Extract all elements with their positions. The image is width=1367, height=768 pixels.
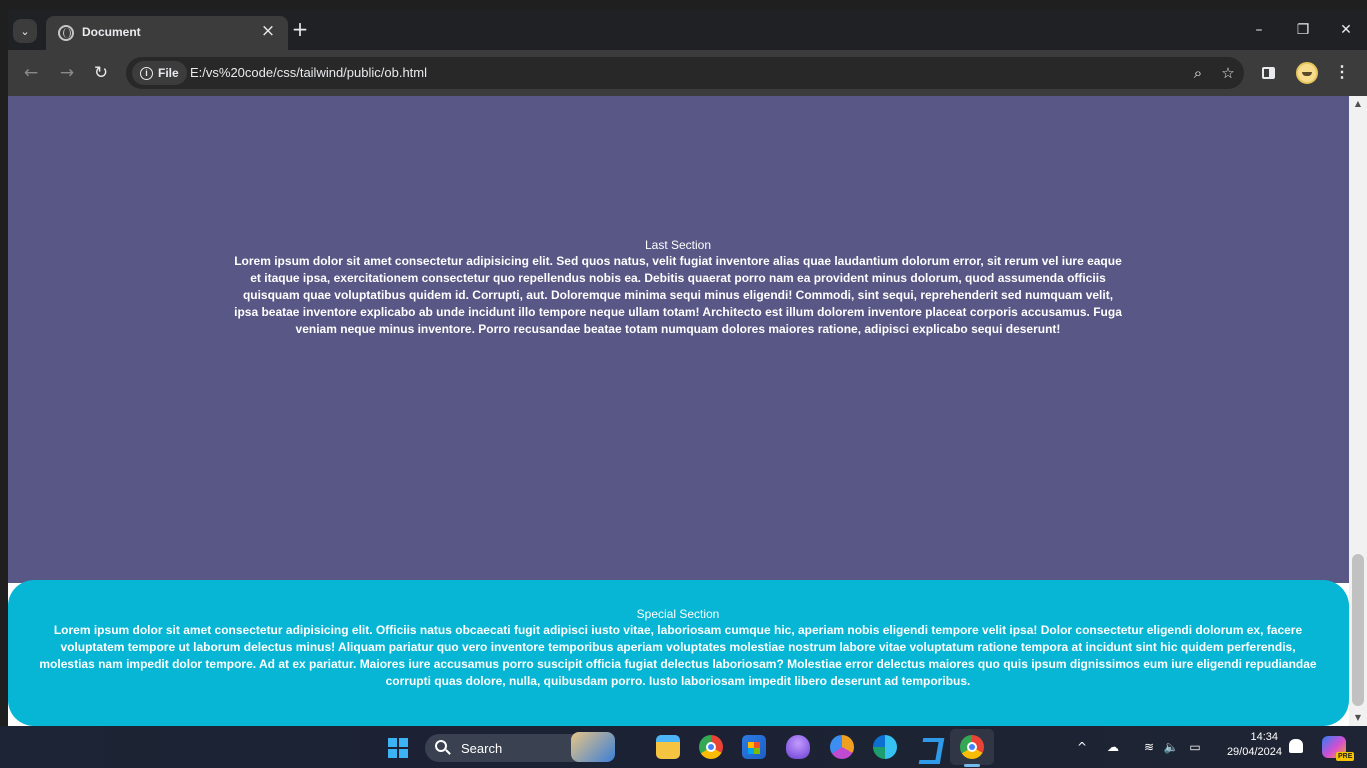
minimize-button[interactable]: – <box>1246 18 1272 42</box>
browser-window: ⌄ Document × + – ❐ ✕ ← → ↻ i File E:/vs%… <box>8 10 1367 726</box>
file-explorer-icon[interactable] <box>656 735 680 759</box>
preview-badge: PRE <box>1336 752 1355 761</box>
site-info-chip[interactable]: i File <box>132 61 187 85</box>
special-section-body: Lorem ipsum dolor sit amet consectetur a… <box>39 623 1317 688</box>
globe-icon <box>58 25 74 41</box>
new-tab-button[interactable]: + <box>288 18 312 42</box>
browser-toolbar: ← → ↻ i File E:/vs%20code/css/tailwind/p… <box>8 50 1367 96</box>
menu-kebab-icon[interactable]: ⋮ <box>1330 60 1354 86</box>
info-icon: i <box>140 66 153 80</box>
scroll-up-arrow-icon[interactable]: ▲ <box>1349 96 1367 112</box>
tab-strip: ⌄ Document × + – ❐ ✕ <box>8 10 1367 50</box>
reload-button[interactable]: ↻ <box>88 60 114 86</box>
wifi-icon[interactable]: ≋ <box>1140 736 1158 758</box>
edge-icon[interactable] <box>873 735 897 759</box>
taskbar-search-box[interactable]: Search <box>425 732 615 762</box>
special-section-title: Special Section <box>636 607 720 621</box>
windows-start-button[interactable] <box>388 738 408 758</box>
notification-bell-icon[interactable] <box>1289 739 1303 753</box>
address-bar[interactable]: i File E:/vs%20code/css/tailwind/public/… <box>126 57 1244 89</box>
chrome-canary-icon[interactable] <box>830 735 854 759</box>
side-panel-icon[interactable] <box>1262 67 1275 79</box>
chrome-active-icon[interactable] <box>960 735 984 759</box>
taskbar-search-label: Search <box>461 741 503 756</box>
page-viewport: Last Section Lorem ipsum dolor sit amet … <box>8 96 1349 726</box>
chrome-icon[interactable] <box>699 735 723 759</box>
microsoft-store-icon[interactable] <box>742 735 766 759</box>
onedrive-cloud-icon[interactable]: ☁ <box>1104 736 1122 758</box>
last-section-title: Last Section <box>644 238 712 252</box>
scroll-down-arrow-icon[interactable]: ▼ <box>1349 710 1367 726</box>
search-highlight-image <box>571 732 615 762</box>
close-window-button[interactable]: ✕ <box>1333 18 1359 42</box>
file-scheme-label: File <box>158 66 179 80</box>
tab-title: Document <box>82 25 141 39</box>
url-text[interactable]: E:/vs%20code/css/tailwind/public/ob.html <box>190 65 427 80</box>
show-hidden-icons-chevron-icon[interactable]: ^ <box>1074 736 1090 758</box>
clock-date[interactable]: 29/04/2024 <box>1216 746 1282 758</box>
clock-time[interactable]: 14:34 <box>1226 731 1278 743</box>
purple-app-icon[interactable] <box>786 735 810 759</box>
vscode-icon[interactable] <box>917 735 941 759</box>
back-button[interactable]: ← <box>18 60 44 86</box>
vertical-scrollbar[interactable]: ▲ ▼ <box>1349 96 1367 726</box>
active-app-indicator <box>964 764 980 767</box>
volume-icon[interactable]: 🔈 <box>1162 736 1180 758</box>
windows-taskbar: Search ^ ☁ ≋ 🔈 ▭ 14:34 29/04/2024 PRE <box>0 726 1367 768</box>
battery-icon[interactable]: ▭ <box>1186 736 1204 758</box>
profile-avatar[interactable] <box>1296 62 1318 84</box>
zoom-icon[interactable]: ⌕ <box>1186 61 1210 85</box>
forward-button[interactable]: → <box>54 60 80 86</box>
bookmark-star-icon[interactable]: ☆ <box>1216 61 1240 85</box>
last-section-body: Lorem ipsum dolor sit amet consectetur a… <box>234 254 1122 336</box>
close-tab-icon[interactable]: × <box>258 21 278 41</box>
restore-button[interactable]: ❐ <box>1290 18 1316 42</box>
scrollbar-thumb[interactable] <box>1352 554 1364 706</box>
search-icon <box>435 740 447 752</box>
tab-document[interactable]: Document × <box>46 16 288 50</box>
last-section: Last Section Lorem ipsum dolor sit amet … <box>8 96 1349 583</box>
special-section: Special Section Lorem ipsum dolor sit am… <box>8 580 1349 726</box>
tab-search-button[interactable]: ⌄ <box>13 19 37 43</box>
